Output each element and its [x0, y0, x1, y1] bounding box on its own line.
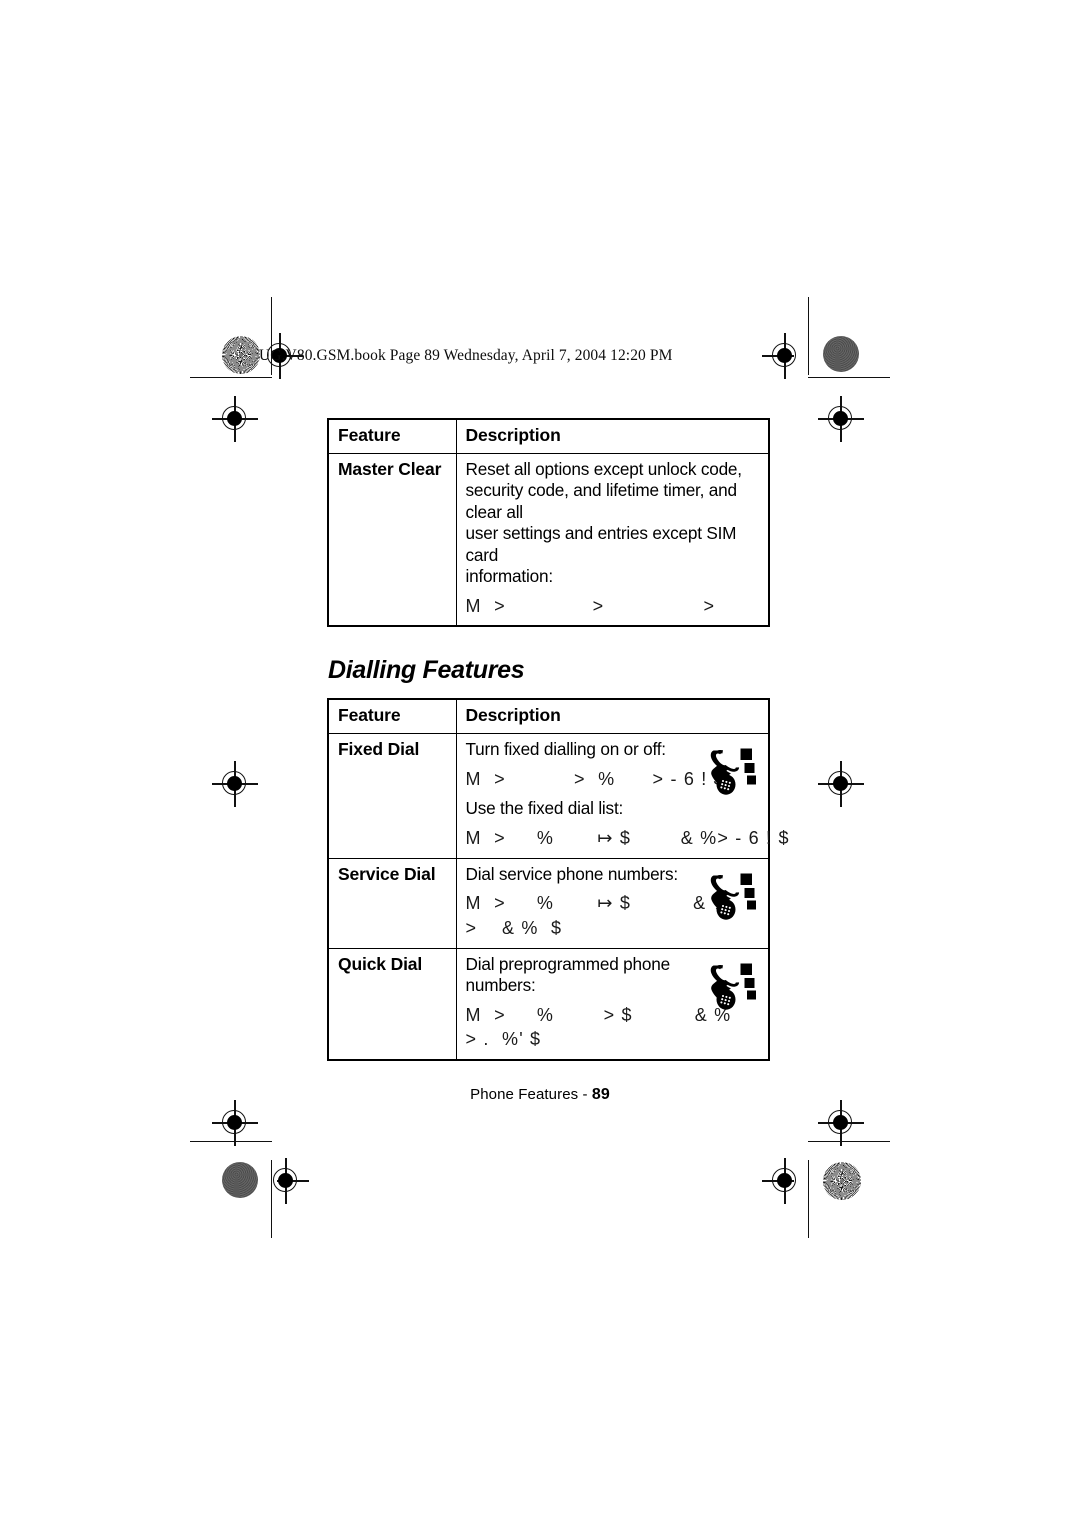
description-line: Reset all options except unlock code,	[465, 458, 743, 479]
description-line: information:	[465, 566, 554, 587]
menu-navigation-path: > & % $	[465, 917, 563, 938]
table-row: Master Clear Reset all options except un…	[327, 452, 770, 627]
crop-line-left-bottom	[271, 1160, 273, 1238]
page-header-slug: UG.V80.GSM.book Page 89 Wednesday, April…	[259, 347, 673, 364]
master-clear-table: Feature Description Master Clear Reset a…	[327, 418, 770, 628]
menu-navigation-path: M > % ↦ $ & %	[465, 893, 730, 914]
feature-label-service-dial: Service Dial	[338, 863, 436, 884]
rosette-mark-top-left	[222, 336, 260, 374]
menu-navigation-path: > . %' $	[465, 1029, 542, 1050]
registration-mark-left-upper	[212, 396, 258, 442]
description-line: numbers:	[465, 975, 536, 996]
flip-phone-icon	[699, 740, 761, 802]
registration-mark-right-middle	[818, 761, 864, 807]
dialling-features-table: Feature Description Fixed Dial Turn fixe…	[327, 698, 790, 1062]
feature-label-master-clear: Master Clear	[338, 458, 442, 479]
table-header-row: Feature Description	[327, 698, 770, 735]
page-title: Dialling Features	[328, 656, 525, 685]
description-line: Turn fixed dialling on or off:	[465, 739, 667, 760]
description-line: Use the fixed dial list:	[465, 798, 624, 819]
feature-label-fixed-dial: Fixed Dial	[338, 739, 420, 760]
crop-line-bottom-left-horizontal	[190, 1141, 272, 1143]
menu-navigation-path: M > % ↦ $ & %> - 6 ! $	[465, 827, 790, 848]
density-patch-bottom-left	[222, 1162, 258, 1198]
table-header-cell-feature: Feature	[327, 418, 457, 454]
description-text: Reset all options except unlock code, se…	[466, 459, 760, 588]
feature-cell: Master Clear	[327, 452, 457, 627]
feature-cell: Service Dial	[327, 857, 457, 949]
table-header-row: Feature Description	[327, 418, 770, 454]
table-header-cell-feature: Feature	[327, 698, 457, 735]
table-row: Service Dial Dial service phone numbers:…	[327, 857, 770, 949]
page-content: Feature Description Master Clear Reset a…	[327, 418, 790, 1062]
feature-label-quick-dial: Quick Dial	[338, 953, 423, 974]
crop-line-right-bottom	[808, 1160, 810, 1238]
table-header-cell-description: Description	[455, 698, 770, 735]
description-cell: Dial preprogrammed phone numbers: M > % …	[455, 947, 770, 1061]
density-patch-top-right	[823, 336, 859, 372]
menu-navigation-path: M > > >	[465, 595, 716, 616]
feature-cell: Fixed Dial	[327, 733, 457, 859]
description-line: user settings and entries except SIM car…	[465, 523, 737, 565]
description-line: Dial preprogrammed phone	[465, 953, 671, 974]
menu-navigation-path: M > % > $ & %	[465, 1004, 732, 1025]
feature-cell: Quick Dial	[327, 947, 457, 1061]
table-header-cell-description: Description	[455, 418, 770, 454]
footer-page-number: 89	[591, 1086, 610, 1103]
crop-line-right-top	[808, 297, 810, 375]
column-header-feature: Feature	[338, 705, 401, 726]
rosette-mark-bottom-right	[823, 1162, 861, 1200]
registration-mark-bottom-right	[762, 1158, 808, 1204]
description-cell: Turn fixed dialling on or off: M > > % >…	[455, 733, 790, 859]
flip-phone-icon	[699, 865, 761, 927]
footer-label: Phone Features -	[470, 1086, 592, 1103]
description-text: Use the fixed dial list:	[466, 798, 695, 820]
registration-mark-left-middle	[212, 761, 258, 807]
table-row: Quick Dial Dial preprogrammed phone numb…	[327, 947, 770, 1061]
crop-line-bottom-right-horizontal	[808, 1141, 890, 1143]
crop-line-top-right-horizontal	[808, 377, 890, 379]
registration-mark-right-lower	[818, 1100, 864, 1146]
registration-mark-bottom-left	[263, 1158, 309, 1204]
description-text: Dial preprogrammed phone numbers:	[466, 954, 695, 997]
crop-line-top-left-horizontal	[190, 377, 272, 379]
description-line: security code, and lifetime timer, and c…	[465, 480, 738, 522]
menu-navigation-path: M > > % > - 6 ! $	[465, 768, 725, 789]
column-header-description: Description	[465, 705, 561, 726]
description-cell: Dial service phone numbers: M > % ↦ $ & …	[455, 857, 770, 949]
registration-mark-left-lower	[212, 1100, 258, 1146]
description-text: Dial service phone numbers:	[466, 864, 695, 886]
table-row: Fixed Dial Turn fixed dialling on or off…	[327, 733, 790, 859]
registration-mark-top-right	[762, 333, 808, 379]
column-header-feature: Feature	[338, 425, 401, 445]
description-text: Turn fixed dialling on or off:	[466, 739, 695, 761]
column-header-description: Description	[465, 425, 561, 445]
description-line: Dial service phone numbers:	[465, 863, 679, 884]
flip-phone-icon	[699, 955, 761, 1017]
page-footer: Phone Features - 89	[0, 1086, 1080, 1104]
registration-mark-right-upper	[818, 396, 864, 442]
description-cell: Reset all options except unlock code, se…	[455, 452, 770, 627]
